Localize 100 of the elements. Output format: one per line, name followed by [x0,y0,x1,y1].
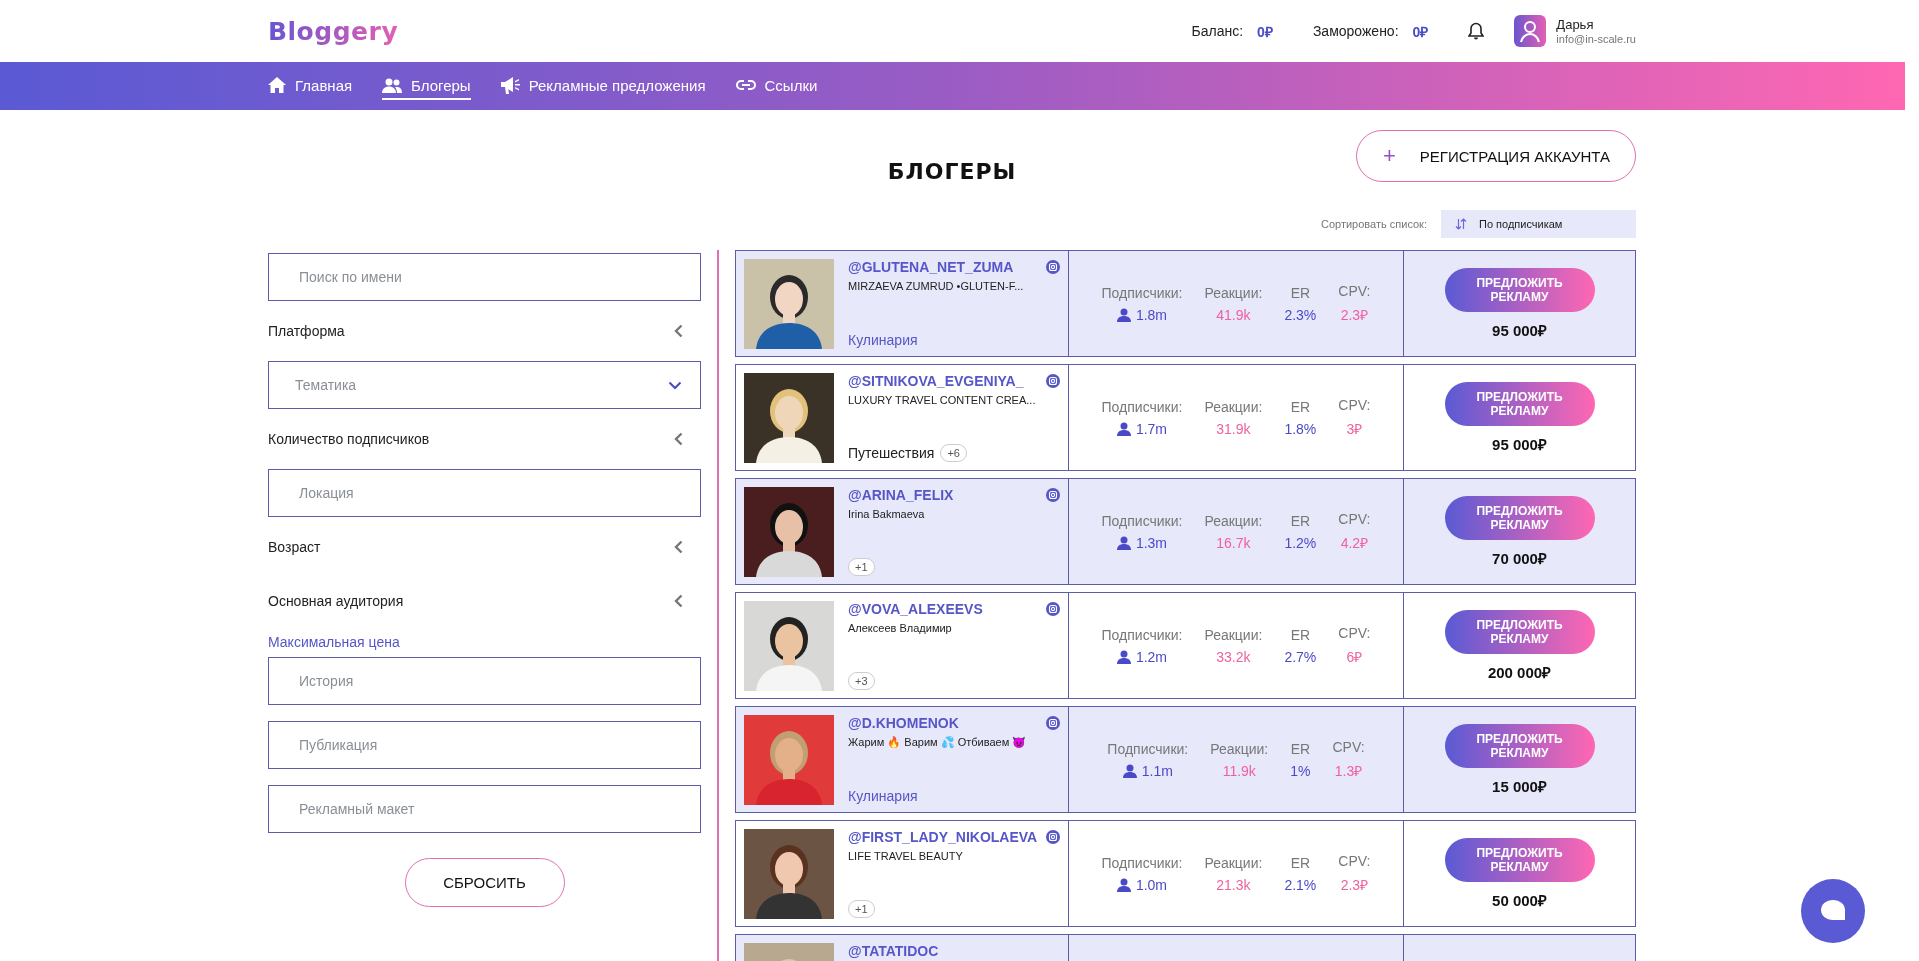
input-field[interactable]: Публикация [268,721,701,769]
price: 70 000₽ [1492,548,1547,568]
stat-label: CPV: [1338,283,1371,299]
offer-button[interactable]: ПРЕДЛОЖИТЬ РЕКЛАМУ [1444,495,1595,540]
blogger-handle[interactable]: @TATATIDOC [848,943,939,959]
more-tags-badge[interactable]: +1 [848,558,875,576]
stat-label: Подписчики: [1101,512,1183,529]
nav-tab[interactable]: Рекламные предложения [500,72,706,100]
stat-label: Реакции: [1204,284,1263,301]
nav-tab[interactable]: Главная [268,72,353,100]
stat-label: CPV: [1338,853,1371,869]
stat-label: Реакции: [1204,398,1263,415]
blogger-handle[interactable]: @FIRST_LADY_NIKOLAEVA [848,829,1038,845]
blogger-description: MIRZAEVA ZUMRUD •GLUTEN-F... [848,280,1025,292]
nav-tab[interactable]: Блогеры [382,72,471,100]
blogger-description: Жарим 🔥 Варим 💦 Отбиваем 😈 [848,736,1028,749]
stat-label: ER [1290,398,1311,415]
price: 15 000₽ [1492,776,1547,796]
balance-value: 0₽ [1257,22,1273,41]
stat-label: Реакции: [1210,740,1269,757]
stat-value: 31.9k [1216,420,1251,437]
stat-value: 1.1m [1122,762,1173,779]
filter-label[interactable]: Основная аудитория [268,593,404,609]
register-button[interactable]: + РЕГИСТРАЦИЯ АККАУНТА [1356,130,1636,182]
blogger-description: LUXURY TRAVEL CONTENT CREA... [848,394,1037,406]
stat-value: 1.8% [1284,420,1317,437]
stat-value: 11.9k [1222,762,1256,779]
stat-value: 21.3k [1216,876,1251,893]
blogger-handle[interactable]: @D.KHOMENOK [848,715,959,731]
input-field[interactable]: Поиск по имени [268,253,701,301]
stat-label: CPV: [1338,397,1371,413]
stat-value: 2.3₽ [1340,876,1369,894]
stat-label: CPV: [1338,511,1371,527]
chevron-down-icon [668,380,682,390]
offer-button[interactable]: ПРЕДЛОЖИТЬ РЕКЛАМУ [1444,723,1595,768]
person-icon [1116,535,1131,550]
stat-value: 4.2₽ [1340,534,1369,552]
stat-label: Подписчики: [1101,854,1183,871]
price: 95 000₽ [1492,434,1547,454]
offer-button[interactable]: ПРЕДЛОЖИТЬ РЕКЛАМУ [1444,267,1595,312]
more-tags-badge[interactable]: +6 [940,444,967,462]
input-field[interactable]: История [268,657,701,705]
person-icon [1116,649,1131,664]
megaphone-icon [500,76,520,94]
stat-label: Реакции: [1204,854,1263,871]
offer-button[interactable]: ПРЕДЛОЖИТЬ РЕКЛАМУ [1444,837,1595,882]
stat-value: 1.0m [1116,876,1168,893]
blogger-handle[interactable]: @GLUTENA_NET_ZUMA [848,259,1014,275]
instagram-icon [1046,488,1060,502]
input-field[interactable]: Рекламный макет [268,785,701,833]
more-tags-badge[interactable]: +1 [848,900,875,918]
person-icon [1116,877,1131,892]
stat-label: Подписчики: [1101,398,1183,415]
stat-value: 1% [1290,762,1311,779]
blogger-handle[interactable]: @VOVA_ALEXEEVS [848,601,983,617]
frozen-label: Заморожено: [1312,23,1399,39]
stat-value: 2.1% [1284,876,1317,893]
stat-value: 16.7k [1216,534,1251,551]
blogger-handle[interactable]: @ARINA_FELIX [848,487,954,503]
instagram-icon [1046,830,1060,844]
stat-value: 41.9k [1216,306,1251,323]
stat-label: Реакции: [1204,512,1263,529]
chat-bubble-icon [1820,899,1846,923]
stat-value: 2.3₽ [1340,306,1369,324]
stat-label: ER [1290,284,1311,301]
blogger-description: Алексеев Владимир [848,622,953,634]
filter-label[interactable]: Количество подписчиков [268,431,430,447]
stat-value: 6₽ [1346,648,1363,666]
more-tags-badge[interactable]: +3 [848,672,875,690]
stat-label: ER [1290,512,1311,529]
filter-label[interactable]: Платформа [268,323,345,339]
user-email: info@in-scale.ru [1556,33,1636,45]
sort-dropdown[interactable]: По подписчикам [1441,210,1636,238]
price: 50 000₽ [1492,890,1547,910]
reset-button[interactable]: СБРОСИТЬ [404,858,565,907]
nav-tab[interactable]: Ссылки [735,72,818,100]
sort-arrows-icon [1455,218,1467,230]
user-name: Дарья [1556,17,1595,33]
avatar-icon[interactable] [1514,15,1547,47]
input-field[interactable]: Локация [268,469,701,517]
stat-value: 3₽ [1346,420,1363,438]
stat-value: 1.3₽ [1334,762,1363,780]
stat-value: 1.3m [1116,534,1168,551]
stat-label: ER [1290,626,1311,643]
filter-label[interactable]: Возраст [268,539,321,555]
category-tag: Кулинария [848,788,918,804]
select-field[interactable]: Тематика [268,361,701,409]
stat-label: ER [1290,854,1311,871]
person-icon [1122,763,1137,778]
filter-heading: Максимальная цена [268,634,401,650]
link-icon [735,79,756,91]
offer-button[interactable]: ПРЕДЛОЖИТЬ РЕКЛАМУ [1444,609,1595,654]
stat-value: 1.2m [1116,648,1168,665]
stat-value: 1.8m [1116,306,1168,323]
bell-icon[interactable] [1468,22,1485,40]
blogger-handle[interactable]: @SITNIKOVA_EVGENIYA_ [848,373,1024,389]
stat-label: CPV: [1338,625,1371,641]
stat-label: Реакции: [1204,626,1263,643]
person-icon [1116,421,1131,436]
offer-button[interactable]: ПРЕДЛОЖИТЬ РЕКЛАМУ [1444,381,1595,426]
